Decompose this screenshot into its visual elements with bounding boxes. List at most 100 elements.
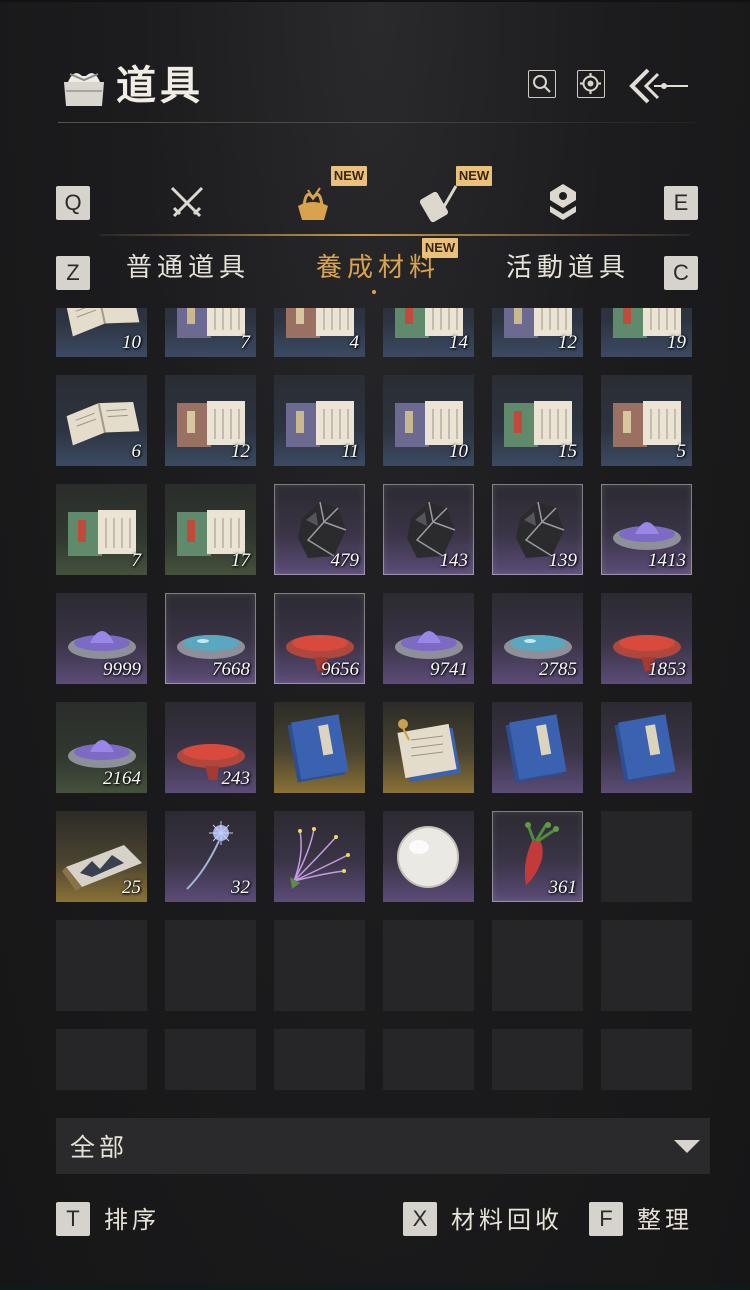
empty-inventory-slot[interactable] xyxy=(601,1029,692,1090)
empty-inventory-slot[interactable] xyxy=(492,920,583,1011)
new-badge-scrolls: NEW xyxy=(456,166,492,186)
inventory-slot[interactable]: 15 xyxy=(492,375,583,466)
inventory-slot[interactable]: 6 xyxy=(56,375,147,466)
key-hint-next-subtab: C xyxy=(664,256,698,290)
inventory-slot[interactable]: 1413 xyxy=(601,484,692,575)
item-quantity: 243 xyxy=(221,768,251,789)
item-quantity: 9741 xyxy=(430,659,468,680)
empty-inventory-slot[interactable] xyxy=(56,920,147,1011)
category-tab-equipment[interactable] xyxy=(164,180,210,226)
gear-icon xyxy=(580,73,601,94)
inventory-slot[interactable]: 12 xyxy=(492,308,583,357)
subtab-common-items[interactable]: 普通道具 xyxy=(126,250,250,286)
inventory-grid[interactable]: 10 7 4 14 12 19 6 12 11 10 15 5 7 17 479 143 139 1413 9999… xyxy=(56,308,696,1090)
empty-inventory-slot[interactable] xyxy=(165,920,256,1011)
header-divider xyxy=(58,122,698,123)
organize-button[interactable]: 整理 xyxy=(637,1204,693,1236)
item-quantity: 9656 xyxy=(321,659,359,680)
inventory-slot[interactable]: 361 xyxy=(492,811,583,902)
key-hint-prev-category: Q xyxy=(56,186,90,220)
inventory-slot[interactable]: 14 xyxy=(383,308,474,357)
blue-book-item-icon xyxy=(614,714,676,783)
inventory-header: 道具 xyxy=(58,60,698,116)
item-quantity: 12 xyxy=(558,332,577,353)
inventory-slot[interactable]: 7 xyxy=(165,308,256,357)
inventory-slot[interactable] xyxy=(492,702,583,793)
item-quantity: 10 xyxy=(449,441,468,462)
inventory-slot[interactable]: 5 xyxy=(601,375,692,466)
item-quantity: 6 xyxy=(131,441,142,462)
item-quantity: 143 xyxy=(439,550,469,571)
inventory-slot[interactable]: 1853 xyxy=(601,593,692,684)
empty-inventory-slot[interactable] xyxy=(601,920,692,1011)
item-quantity: 139 xyxy=(548,550,578,571)
item-quantity: 17 xyxy=(231,550,250,571)
inventory-slot[interactable]: 7668 xyxy=(165,593,256,684)
recycle-materials-button[interactable]: 材料回收 xyxy=(451,1204,563,1236)
flower-item-icon xyxy=(290,827,350,889)
inventory-slot[interactable] xyxy=(274,811,365,902)
settings-button[interactable] xyxy=(577,70,605,98)
key-hint-sort: T xyxy=(56,1202,90,1236)
new-badge-growth-materials: NEW xyxy=(422,238,458,258)
item-quantity: 11 xyxy=(341,441,359,462)
inventory-slot[interactable]: 17 xyxy=(165,484,256,575)
empty-inventory-slot[interactable] xyxy=(56,1029,147,1090)
key-hint-next-category: E xyxy=(664,186,698,220)
empty-inventory-slot[interactable] xyxy=(383,920,474,1011)
item-quantity: 19 xyxy=(667,332,686,353)
category-tab-gems[interactable] xyxy=(540,180,586,226)
item-quantity: 12 xyxy=(231,441,250,462)
empty-inventory-slot[interactable] xyxy=(383,1029,474,1090)
inventory-slot[interactable]: 19 xyxy=(601,308,692,357)
inventory-slot[interactable]: 2164 xyxy=(56,702,147,793)
cloth-bundle-icon xyxy=(298,187,328,220)
empty-inventory-slot[interactable] xyxy=(492,1029,583,1090)
inventory-slot[interactable]: 479 xyxy=(274,484,365,575)
inventory-slot[interactable]: 9741 xyxy=(383,593,474,684)
category-tab-scrolls[interactable] xyxy=(416,180,462,226)
item-quantity: 361 xyxy=(548,877,578,898)
category-filter-dropdown[interactable]: 全部 xyxy=(56,1118,710,1174)
search-button[interactable] xyxy=(528,70,556,98)
inventory-slot[interactable] xyxy=(383,811,474,902)
search-icon xyxy=(533,75,551,93)
inventory-slot[interactable]: 9656 xyxy=(274,593,365,684)
bundle-bag-icon xyxy=(64,73,104,106)
item-quantity: 4 xyxy=(349,332,360,353)
inventory-slot[interactable]: 32 xyxy=(165,811,256,902)
inventory-slot[interactable]: 9999 xyxy=(56,593,147,684)
subtab-active-indicator xyxy=(372,290,376,294)
inventory-slot[interactable]: 243 xyxy=(165,702,256,793)
crossed-swords-icon xyxy=(170,186,204,218)
top-edge xyxy=(0,0,750,2)
category-tab-materials[interactable] xyxy=(290,180,336,226)
item-quantity: 10 xyxy=(122,332,141,353)
empty-inventory-slot[interactable] xyxy=(274,1029,365,1090)
inventory-slot[interactable]: 143 xyxy=(383,484,474,575)
item-quantity: 1413 xyxy=(648,550,686,571)
inventory-slot[interactable]: 4 xyxy=(274,308,365,357)
inventory-slot[interactable] xyxy=(383,702,474,793)
inventory-slot[interactable]: 10 xyxy=(383,375,474,466)
inventory-slot[interactable] xyxy=(601,702,692,793)
inventory-slot[interactable]: 7 xyxy=(56,484,147,575)
inventory-slot[interactable]: 139 xyxy=(492,484,583,575)
inventory-slot[interactable]: 2785 xyxy=(492,593,583,684)
inventory-slot[interactable] xyxy=(274,702,365,793)
sort-button[interactable]: 排序 xyxy=(104,1204,160,1236)
new-badge-materials: NEW xyxy=(331,166,367,186)
back-arrow-icon[interactable] xyxy=(626,66,690,106)
empty-inventory-slot[interactable] xyxy=(274,920,365,1011)
empty-inventory-slot[interactable] xyxy=(601,811,692,902)
key-hint-organize: F xyxy=(589,1202,623,1236)
inventory-slot[interactable]: 11 xyxy=(274,375,365,466)
item-quantity: 7 xyxy=(240,332,251,353)
inventory-slot[interactable]: 25 xyxy=(56,811,147,902)
manual-instrument-item-icon xyxy=(397,719,461,783)
filter-selected-value: 全部 xyxy=(70,1133,129,1162)
subtab-event-items[interactable]: 活動道具 xyxy=(506,250,630,286)
inventory-slot[interactable]: 12 xyxy=(165,375,256,466)
empty-inventory-slot[interactable] xyxy=(165,1029,256,1090)
inventory-slot[interactable]: 10 xyxy=(56,308,147,357)
